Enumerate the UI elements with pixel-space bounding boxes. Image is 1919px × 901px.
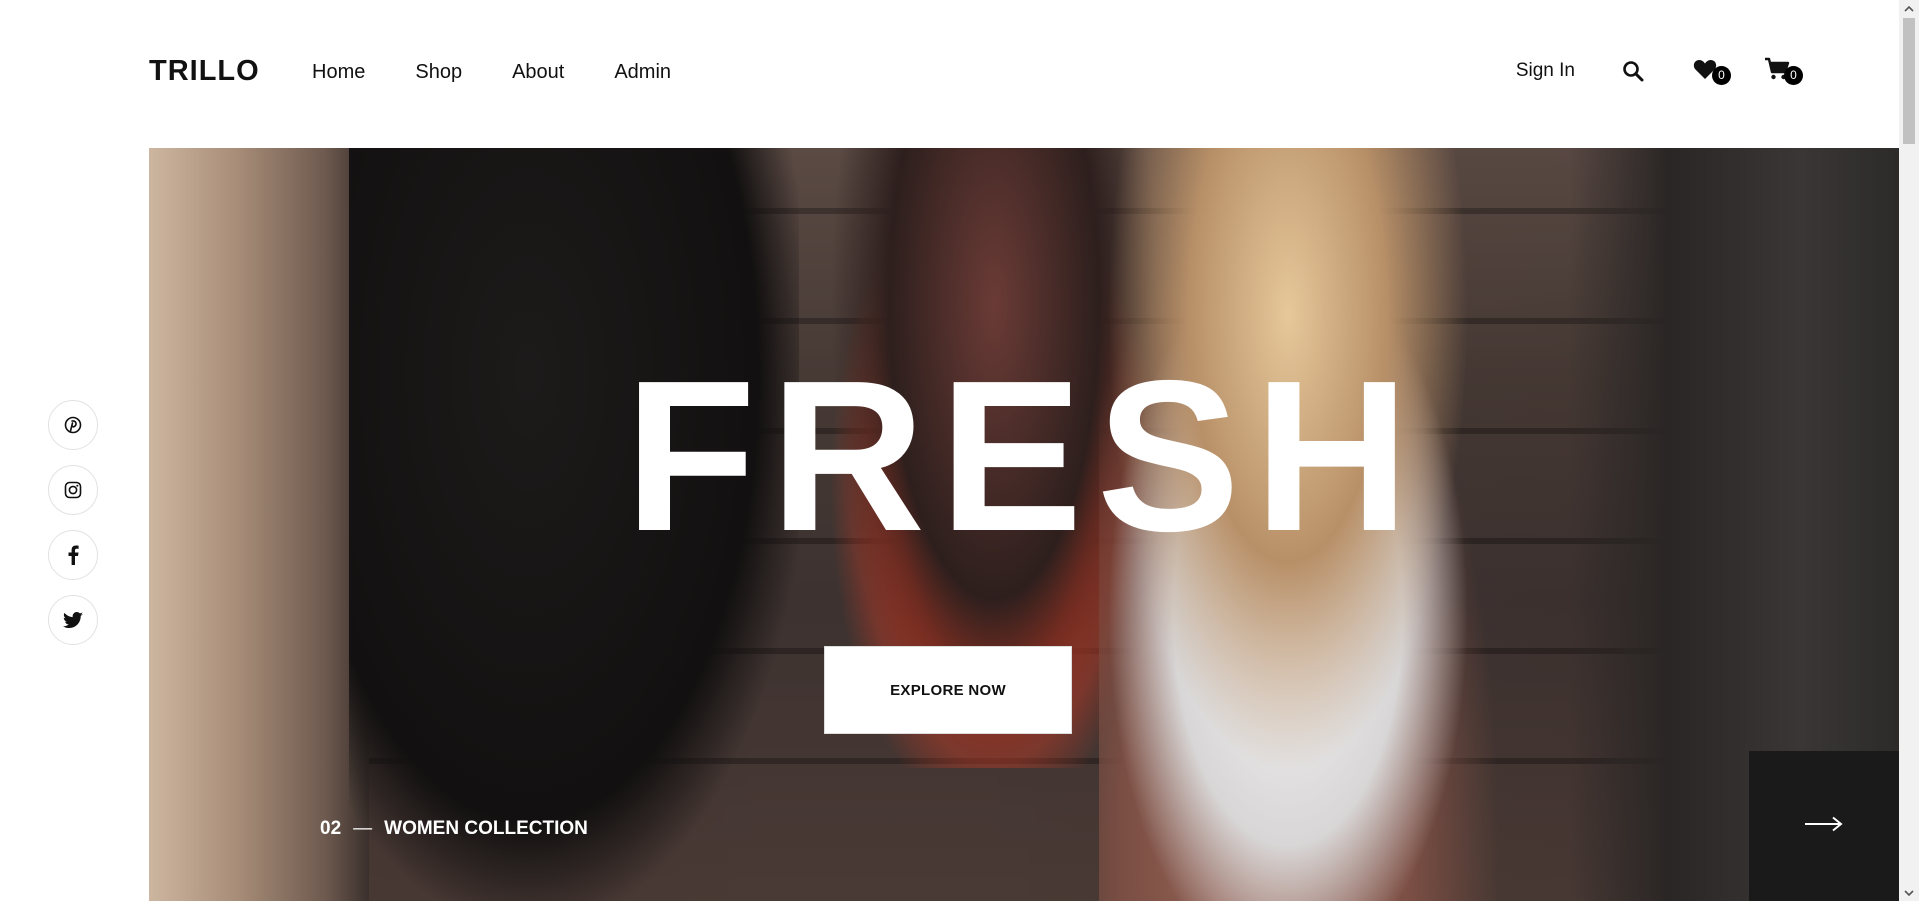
hero-title: FRESH: [624, 335, 1424, 576]
twitter-icon[interactable]: [48, 595, 98, 645]
scroll-thumb[interactable]: [1903, 18, 1915, 144]
logo[interactable]: TRILLO: [149, 55, 260, 88]
cart-button[interactable]: 0: [1763, 57, 1803, 85]
hero-banner: FRESH EXPLORE NOW 02 — WOMEN COLLECTION: [149, 148, 1899, 901]
header-actions: Sign In 0 0: [1516, 57, 1803, 85]
nav-shop[interactable]: Shop: [415, 61, 462, 84]
nav-admin[interactable]: Admin: [614, 61, 671, 84]
collection-name[interactable]: WOMEN COLLECTION: [384, 818, 588, 840]
main-nav: Home Shop About Admin: [312, 61, 671, 84]
facebook-icon[interactable]: [48, 530, 98, 580]
cart-count-badge: 0: [1784, 66, 1803, 85]
search-icon[interactable]: [1619, 57, 1647, 85]
collection-dash: —: [353, 818, 373, 839]
scroll-up-icon[interactable]: [1899, 0, 1919, 17]
site-header: TRILLO Home Shop About Admin Sign In 0 0: [0, 0, 1899, 148]
scroll-down-icon[interactable]: [1899, 884, 1919, 901]
collection-label: 02 — WOMEN COLLECTION: [320, 818, 588, 840]
next-slide-button[interactable]: [1749, 751, 1899, 901]
page-scrollbar[interactable]: [1899, 0, 1919, 901]
collection-number: 02: [320, 818, 342, 839]
nav-about[interactable]: About: [512, 61, 564, 84]
nav-home[interactable]: Home: [312, 61, 365, 84]
instagram-icon[interactable]: [48, 465, 98, 515]
sign-in-link[interactable]: Sign In: [1516, 60, 1575, 82]
social-links: [48, 400, 98, 645]
wishlist-count-badge: 0: [1712, 66, 1731, 85]
arrow-right-icon: [1805, 816, 1843, 837]
pinterest-icon[interactable]: [48, 400, 98, 450]
explore-now-button[interactable]: EXPLORE NOW: [824, 646, 1072, 734]
wishlist-button[interactable]: 0: [1691, 57, 1731, 85]
